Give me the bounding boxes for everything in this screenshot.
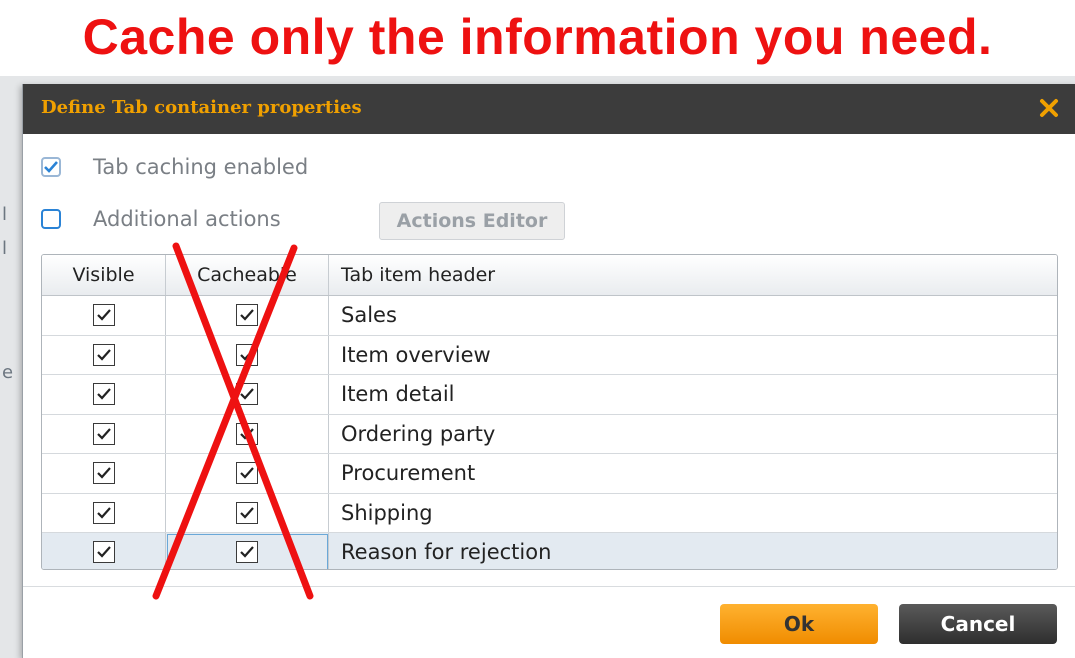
- additional-actions-checkbox[interactable]: [41, 209, 61, 229]
- tab-container-dialog: Define Tab container properties Tab cach…: [22, 84, 1075, 658]
- tab-item-header-cell: Sales: [329, 296, 1057, 335]
- cacheable-cell: [166, 296, 329, 335]
- table-row[interactable]: Reason for rejection: [42, 533, 1057, 569]
- visible-checkbox[interactable]: [92, 422, 115, 445]
- table-row[interactable]: Procurement: [42, 454, 1057, 494]
- visible-cell: [42, 296, 166, 335]
- tab-item-header-text: Sales: [341, 303, 397, 328]
- grid-header-row: Visible Cacheable Tab item header: [42, 255, 1057, 296]
- visible-cell: [42, 493, 166, 532]
- cacheable-cell: [166, 414, 329, 453]
- cancel-button[interactable]: Cancel: [899, 604, 1057, 644]
- tab-caching-option: Tab caching enabled: [41, 150, 308, 184]
- background-fragment: l: [2, 204, 8, 225]
- table-row[interactable]: Ordering party: [42, 414, 1057, 454]
- grid-body: Sales Item overview Item detail Ordering pa…: [42, 296, 1057, 569]
- cacheable-cell: [166, 493, 329, 532]
- visible-checkbox[interactable]: [92, 541, 115, 564]
- ok-button[interactable]: Ok: [720, 604, 878, 644]
- cacheable-checkbox[interactable]: [236, 343, 258, 366]
- headline: Cache only the information you need.: [82, 9, 993, 65]
- tab-item-header-text: Item detail: [341, 382, 455, 407]
- dialog-titlebar: Define Tab container properties: [23, 84, 1075, 134]
- footer-divider: [23, 586, 1075, 587]
- tab-item-header-cell: Item overview: [329, 336, 1057, 375]
- tab-item-header-cell: Item detail: [329, 375, 1057, 414]
- cacheable-checkbox[interactable]: [236, 422, 258, 445]
- cacheable-checkbox[interactable]: [236, 501, 258, 524]
- tab-item-header-text: Procurement: [341, 461, 476, 486]
- table-row[interactable]: Item overview: [42, 335, 1057, 375]
- cacheable-checkbox[interactable]: [236, 541, 258, 564]
- checkmark-icon: [44, 161, 58, 173]
- tab-items-grid: Visible Cacheable Tab item header Sales I…: [41, 254, 1058, 570]
- table-row[interactable]: Shipping: [42, 493, 1057, 533]
- cacheable-checkbox[interactable]: [236, 304, 258, 327]
- tab-item-header-cell: Ordering party: [329, 415, 1057, 454]
- actions-editor-button[interactable]: Actions Editor: [379, 202, 565, 240]
- additional-actions-label: Additional actions: [93, 207, 281, 231]
- visible-cell: [42, 335, 166, 374]
- cacheable-checkbox[interactable]: [236, 383, 258, 406]
- background-fragment: e: [2, 362, 14, 383]
- dialog-title: Define Tab container properties: [41, 97, 362, 118]
- close-icon[interactable]: [1036, 95, 1062, 121]
- visible-checkbox[interactable]: [92, 304, 115, 327]
- visible-checkbox[interactable]: [92, 383, 115, 406]
- cacheable-cell: [166, 454, 329, 493]
- column-header-tab-item[interactable]: Tab item header: [329, 255, 1057, 295]
- column-header-visible[interactable]: Visible: [42, 255, 166, 295]
- visible-checkbox[interactable]: [92, 462, 115, 485]
- cacheable-cell: [166, 335, 329, 374]
- visible-cell: [42, 533, 166, 569]
- cacheable-checkbox[interactable]: [236, 462, 258, 485]
- additional-actions-option: Additional actions: [41, 202, 281, 236]
- table-row[interactable]: Item detail: [42, 375, 1057, 415]
- background-fragment: l: [2, 238, 8, 259]
- visible-cell: [42, 375, 166, 414]
- visible-checkbox[interactable]: [92, 501, 115, 524]
- visible-cell: [42, 414, 166, 453]
- column-header-cacheable[interactable]: Cacheable: [166, 255, 329, 295]
- tab-caching-checkbox[interactable]: [41, 157, 61, 177]
- tab-item-header-text: Shipping: [341, 500, 433, 525]
- cacheable-cell: [166, 375, 329, 414]
- cacheable-cell: [166, 533, 329, 569]
- tab-item-header-text: Ordering party: [341, 421, 496, 446]
- tab-caching-label: Tab caching enabled: [93, 155, 309, 179]
- table-row[interactable]: Sales: [42, 296, 1057, 336]
- tab-item-header-cell: Reason for rejection: [329, 533, 1057, 569]
- visible-checkbox[interactable]: [92, 343, 115, 366]
- tab-item-header-cell: Shipping: [329, 494, 1057, 533]
- tab-item-header-text: Reason for rejection: [341, 540, 552, 565]
- tab-item-header-cell: Procurement: [329, 454, 1057, 493]
- visible-cell: [42, 454, 166, 493]
- tab-item-header-text: Item overview: [341, 342, 491, 367]
